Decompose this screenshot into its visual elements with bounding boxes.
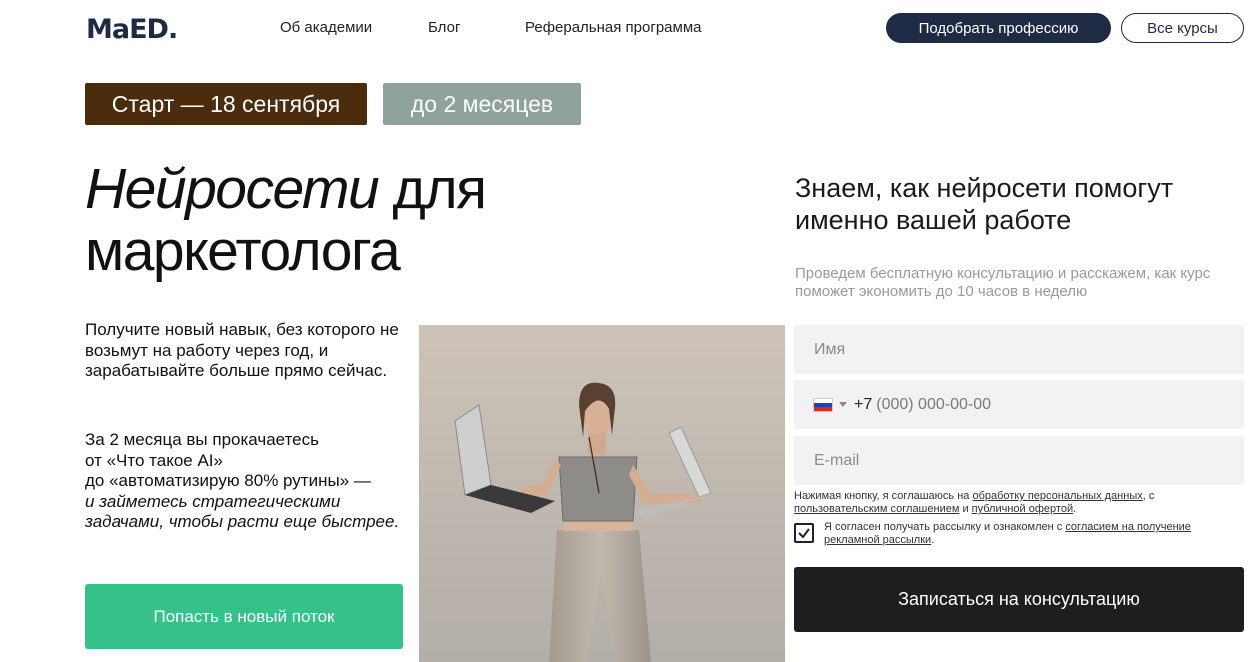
- pick-profession-button[interactable]: Подобрать профессию: [886, 13, 1111, 43]
- email-input[interactable]: [794, 436, 1244, 485]
- check-icon: [798, 528, 810, 539]
- nav-referral[interactable]: Реферальная программа: [525, 19, 701, 36]
- logo[interactable]: MaED.: [86, 14, 178, 45]
- page-title: Нейросети для маркетолога: [85, 157, 487, 283]
- consent-end: .: [1073, 503, 1077, 515]
- hero-photo: [419, 325, 785, 662]
- intro-text: Получите новый навык, без которого не во…: [85, 320, 399, 380]
- phone-placeholder[interactable]: (000) 000-00-00: [876, 396, 991, 414]
- user-agreement-link[interactable]: пользовательским соглашением: [794, 503, 959, 515]
- phone-country-code: +7: [854, 395, 873, 413]
- consent-text: Нажимая кнопку, я соглашаюсь на обработк…: [794, 490, 1244, 516]
- chevron-down-icon[interactable]: [839, 402, 847, 407]
- name-input[interactable]: [794, 325, 1244, 374]
- nav-about[interactable]: Об академии: [280, 19, 372, 36]
- program-text: За 2 месяца вы прокачаетесь от «Что тако…: [85, 430, 415, 533]
- newsletter-prefix: Я согласен получать рассылку и ознакомле…: [824, 521, 1066, 533]
- form-title: Знаем, как нейросети помогут именно ваше…: [795, 173, 1174, 235]
- all-courses-button[interactable]: Все курсы: [1121, 13, 1244, 43]
- public-offer-link[interactable]: публичной офертой: [972, 503, 1073, 515]
- russia-flag-icon[interactable]: [813, 397, 833, 412]
- title-part2: маркетолога: [85, 219, 401, 283]
- program-italic: и займетесь стратегическими задачами, чт…: [85, 491, 400, 532]
- consent-prefix: Нажимая кнопку, я соглашаюсь на: [794, 490, 973, 502]
- title-italic: Нейросети: [85, 157, 380, 221]
- duration-badge: до 2 месяцев: [383, 83, 581, 125]
- personal-data-link[interactable]: обработку персональных данных: [972, 490, 1142, 502]
- nav-blog[interactable]: Блог: [428, 19, 460, 36]
- newsletter-end: .: [931, 534, 935, 546]
- program-line2: от «Что такое AI»: [85, 450, 223, 470]
- newsletter-checkbox[interactable]: [794, 523, 814, 543]
- join-flow-button[interactable]: Попасть в новый поток: [85, 584, 403, 649]
- program-line3: до «автоматизирую 80% рутины» —: [85, 471, 371, 490]
- program-line1: За 2 месяца вы прокачаетесь: [85, 430, 319, 449]
- consent-mid1: , с: [1142, 490, 1155, 502]
- woman-with-laptops-illustration: [419, 325, 785, 662]
- phone-field[interactable]: +7 (000) 000-00-00: [794, 380, 1244, 429]
- newsletter-label: Я согласен получать рассылку и ознакомле…: [824, 521, 1224, 547]
- consent-mid2: и: [959, 503, 972, 515]
- title-part1: для: [378, 157, 487, 221]
- start-date-badge: Старт — 18 сентября: [85, 83, 367, 125]
- form-subtitle: Проведем бесплатную консультацию и расск…: [795, 265, 1211, 300]
- submit-consultation-button[interactable]: Записаться на консультацию: [794, 567, 1244, 632]
